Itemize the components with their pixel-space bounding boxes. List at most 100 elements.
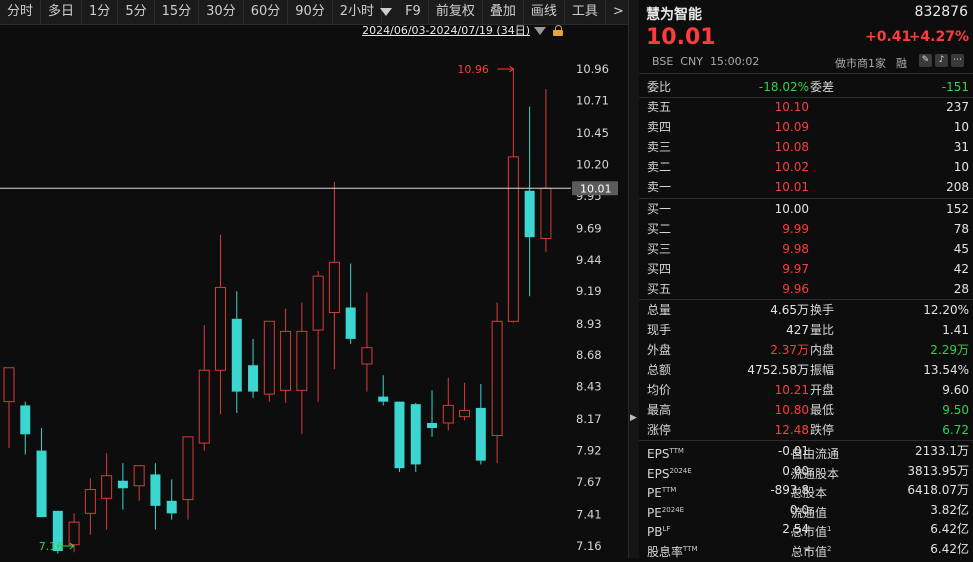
stat-row: 外盘 2.37万 内盘 2.29万 bbox=[639, 340, 973, 360]
fundamental-row: EPSTTM -0.01 自由流通 2133.1万 bbox=[639, 441, 973, 461]
bell-icon[interactable]: ♪ bbox=[935, 54, 948, 67]
quote-panel: 慧为智能 832876 10.01 +0.41 +4.27% BSE CNY 1… bbox=[639, 0, 973, 559]
ask-volume: 31 bbox=[953, 140, 969, 154]
stat-value: 9.60 bbox=[942, 383, 969, 397]
y-tick-label: 8.93 bbox=[576, 317, 602, 331]
fund-value: 2133.1万 bbox=[915, 444, 969, 458]
toolbar-button[interactable]: F9 bbox=[398, 0, 429, 24]
ask-label: 卖一 bbox=[647, 180, 672, 194]
period-tab[interactable]: 5分 bbox=[118, 0, 155, 24]
candle-body bbox=[3, 367, 15, 403]
ask-price: 10.08 bbox=[774, 140, 809, 154]
stat-value: 4.65万 bbox=[770, 303, 809, 317]
bid-row: 买一 10.00 152 bbox=[639, 199, 973, 219]
price-change-pct: +4.27% bbox=[908, 29, 969, 45]
stat-label: 最高 bbox=[647, 403, 672, 417]
bid-price: 9.99 bbox=[782, 222, 809, 236]
fund-label-text: 总股本 bbox=[791, 486, 828, 500]
stat-value: 4752.58万 bbox=[747, 363, 809, 377]
period-tab[interactable]: 1分 bbox=[82, 0, 119, 24]
date-range[interactable]: 2024/06/03-2024/07/19 (34日) bbox=[0, 24, 530, 38]
stat-label: 外盘 bbox=[647, 343, 672, 357]
stat-label: 均价 bbox=[647, 383, 672, 397]
more-periods-icon[interactable] bbox=[380, 8, 393, 16]
y-tick-label: 10.71 bbox=[576, 93, 609, 107]
toolbar-button[interactable]: 叠加 bbox=[483, 0, 524, 24]
period-tab[interactable]: 2小时 bbox=[333, 0, 383, 24]
period-tab[interactable]: 90分 bbox=[288, 0, 333, 24]
fund-label-sup: TTM bbox=[661, 486, 677, 494]
fundamental-row: PBLF 2.54 总市值1 6.42亿 bbox=[639, 519, 973, 539]
fund-label: 股息率TTM bbox=[647, 539, 697, 562]
fund-label: 总市值2 bbox=[791, 539, 831, 562]
stat-value: 2.37万 bbox=[770, 343, 809, 357]
candle-body bbox=[361, 347, 373, 365]
fund-label-sup: 2024E bbox=[669, 466, 692, 475]
candle-body bbox=[507, 156, 519, 322]
y-tick-label: 7.67 bbox=[576, 475, 602, 489]
stat-label: 现手 bbox=[647, 323, 672, 337]
weibi-label: 委比 bbox=[647, 80, 672, 94]
period-tab[interactable]: 多日 bbox=[41, 0, 83, 24]
ask-row: 卖五 10.10 237 bbox=[639, 97, 973, 117]
candle-body bbox=[540, 187, 552, 239]
y-tick-label: 9.44 bbox=[576, 253, 602, 267]
y-tick-label: 10.20 bbox=[576, 157, 609, 171]
fund-label-text: 总市值 bbox=[791, 525, 828, 539]
stat-value: 9.50 bbox=[942, 403, 969, 417]
bid-price: 9.98 bbox=[782, 242, 809, 256]
fund-label-text: 流通股本 bbox=[791, 466, 840, 481]
period-tab[interactable]: 分时 bbox=[0, 0, 42, 24]
y-tick-label: 7.92 bbox=[576, 444, 602, 458]
stat-value: 6.72 bbox=[942, 423, 969, 437]
fund-label-text: PE bbox=[647, 486, 662, 500]
candlestick-chart[interactable]: 10.9610.7110.4510.209.959.699.449.198.93… bbox=[0, 40, 628, 558]
y-tick-label: 8.17 bbox=[576, 412, 602, 426]
fund-label-text: 股息率 bbox=[647, 544, 684, 559]
stat-label: 内盘 bbox=[810, 343, 835, 357]
divider bbox=[639, 73, 973, 74]
fund-value: 6.42亿 bbox=[930, 522, 969, 536]
high-label: 10.96 bbox=[457, 63, 489, 76]
ask-label: 卖四 bbox=[647, 120, 672, 134]
candle-body bbox=[427, 422, 438, 429]
candle-body bbox=[166, 500, 177, 514]
weicha-value: -151 bbox=[941, 80, 969, 94]
toolbar-button[interactable]: 前复权 bbox=[429, 0, 483, 24]
stat-row: 均价 10.21 开盘 9.60 bbox=[639, 380, 973, 400]
candle-body bbox=[182, 436, 194, 501]
candle-body bbox=[20, 405, 31, 435]
y-tick-label: 8.43 bbox=[576, 380, 602, 394]
fund-value: 6418.07万 bbox=[907, 483, 969, 497]
candle-body bbox=[459, 409, 471, 418]
period-tab[interactable]: 60分 bbox=[244, 0, 289, 24]
stat-value: 12.48 bbox=[774, 423, 809, 437]
range-dropdown-icon[interactable] bbox=[534, 27, 546, 35]
edit-icon[interactable]: ✎ bbox=[919, 54, 932, 67]
candle-body bbox=[491, 320, 503, 437]
bid-label: 买三 bbox=[647, 242, 672, 256]
candle-body bbox=[524, 190, 535, 238]
bid-price: 9.96 bbox=[782, 282, 809, 296]
collapse-arrow-icon[interactable]: ▶ bbox=[630, 413, 637, 423]
stat-label: 跌停 bbox=[810, 423, 835, 437]
y-tick-label: 8.68 bbox=[576, 348, 602, 362]
toolbar-button[interactable]: 工具 bbox=[565, 0, 606, 24]
toolbar-button[interactable]: 画线 bbox=[524, 0, 565, 24]
weibi-value: -18.02% bbox=[758, 80, 809, 94]
fundamental-row: 股息率TTM - 总市值2 6.42亿 bbox=[639, 539, 973, 559]
period-tab[interactable]: 30分 bbox=[199, 0, 244, 24]
stat-value: 10.21 bbox=[774, 383, 809, 397]
bid-row: 买四 9.97 42 bbox=[639, 259, 973, 279]
period-tab[interactable]: 15分 bbox=[155, 0, 200, 24]
last-price: 10.01 bbox=[646, 25, 716, 50]
candle-body bbox=[215, 286, 227, 371]
ask-volume: 10 bbox=[953, 160, 969, 174]
stat-label: 量比 bbox=[810, 323, 835, 337]
bid-row: 买二 9.99 78 bbox=[639, 219, 973, 239]
ask-price: 10.02 bbox=[774, 160, 809, 174]
lock-icon[interactable] bbox=[553, 25, 563, 36]
bid-price: 9.97 bbox=[782, 262, 809, 276]
more-icon[interactable]: ⋯ bbox=[951, 54, 964, 67]
fund-value: 6.42亿 bbox=[930, 541, 969, 556]
